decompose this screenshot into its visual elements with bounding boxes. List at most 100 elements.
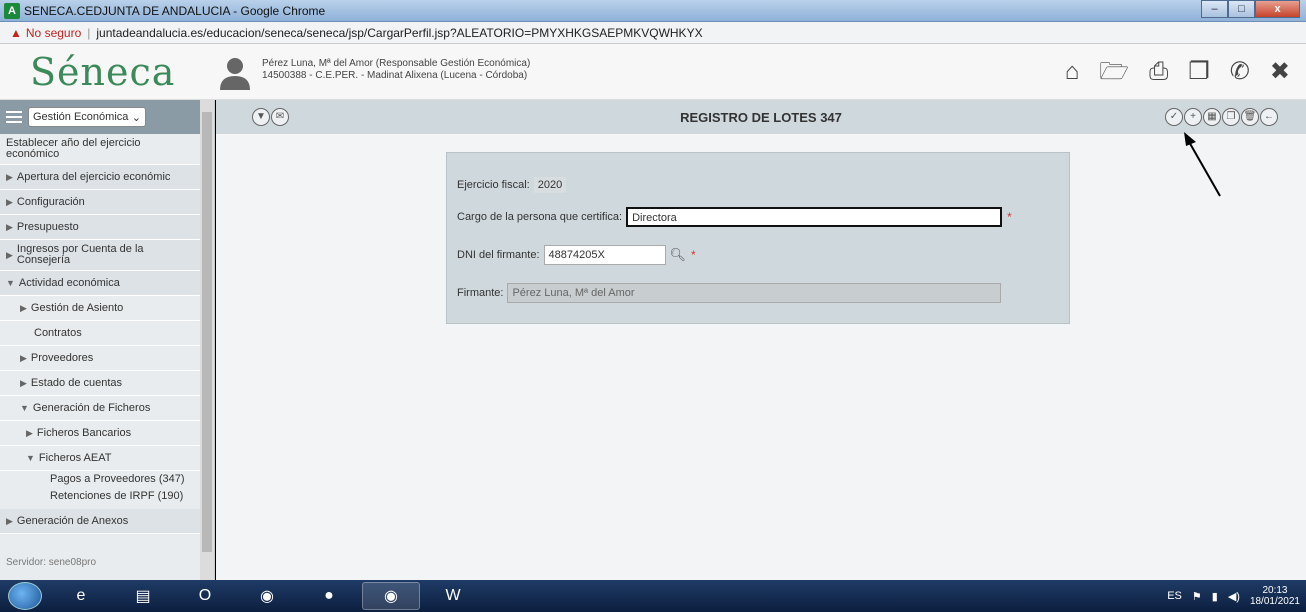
ie-icon[interactable]: e bbox=[52, 582, 110, 610]
chrome-active-icon[interactable]: ◉ bbox=[362, 582, 420, 610]
close-icon[interactable]: ✖ bbox=[1270, 58, 1290, 86]
home-icon[interactable]: ⌂ bbox=[1065, 58, 1080, 86]
sidebar-item-generacion-ficheros[interactable]: ▼ Generación de Ficheros bbox=[0, 396, 201, 421]
language-indicator[interactable]: ES bbox=[1167, 590, 1182, 602]
address-bar[interactable]: ▲ No seguro | juntadeandalucia.es/educac… bbox=[0, 22, 1306, 44]
sidebar-top: Gestión Económica ⌄ bbox=[0, 100, 214, 134]
user-center: 14500388 - C.E.PER. - Madinat Alixena (L… bbox=[262, 70, 528, 81]
sidebar-item-label: Contratos bbox=[34, 327, 82, 339]
triangle-down-icon: ▼ bbox=[26, 453, 35, 463]
minimize-button[interactable]: – bbox=[1201, 0, 1228, 18]
sidebar-item-retenciones-irpf[interactable]: Retenciones de IRPF (190) bbox=[0, 488, 214, 505]
sidebar-scrollbar[interactable] bbox=[200, 100, 214, 580]
sidebar-item-gestion-asiento[interactable]: ▶ Gestión de Asiento bbox=[0, 296, 201, 321]
clock-time: 20:13 bbox=[1262, 585, 1288, 596]
seneca-logo[interactable]: Séneca bbox=[30, 50, 175, 94]
sidebar-item-ficheros-bancarios[interactable]: ▶ Ficheros Bancarios bbox=[0, 421, 201, 446]
chrome-icon[interactable]: ◉ bbox=[238, 582, 296, 610]
triangle-down-icon: ▼ bbox=[20, 403, 29, 413]
folder-icon[interactable]: 🗁 bbox=[1099, 58, 1129, 86]
clock-date: 18/01/2021 bbox=[1249, 596, 1300, 607]
document-add-icon[interactable]: + bbox=[1184, 108, 1202, 126]
cargo-label: Cargo de la persona que certifica: bbox=[457, 211, 623, 223]
fiscal-year-row: Ejercicio fiscal: 2020 bbox=[457, 177, 567, 193]
sidebar-item-label: Actividad económica bbox=[18, 277, 120, 289]
scrollbar-thumb[interactable] bbox=[202, 112, 212, 552]
triangle-right-icon: ▶ bbox=[6, 515, 13, 526]
sidebar-item-label: Presupuesto bbox=[16, 221, 79, 233]
chevron-down-icon: ⌄ bbox=[131, 111, 141, 124]
triangle-right-icon: ▶ bbox=[6, 221, 13, 232]
sidebar-item-generacion-anexos[interactable]: ▶ Generación de Anexos bbox=[0, 509, 201, 534]
word-icon[interactable]: W bbox=[424, 582, 482, 610]
outlook-icon[interactable]: O bbox=[176, 582, 234, 610]
cargo-input[interactable]: Directora bbox=[626, 207, 1003, 227]
insecure-label[interactable]: No seguro bbox=[26, 26, 81, 40]
main-toolbar: ▼ ✉ REGISTRO DE LOTES 347 ✓ + ▦ ❐ 🗑 ← bbox=[216, 100, 1306, 134]
sidebar-item-label: Establecer año del ejercicio económico bbox=[6, 137, 141, 160]
cargo-row: Cargo de la persona que certifica: Direc… bbox=[457, 207, 1012, 227]
start-button[interactable] bbox=[8, 582, 42, 610]
firefox-icon[interactable]: ● bbox=[300, 582, 358, 610]
sidebar-item-configuracion[interactable]: ▶ Configuración bbox=[0, 190, 201, 215]
lote-form: Ejercicio fiscal: 2020 Cargo de la perso… bbox=[446, 152, 1070, 324]
sidebar-item-presupuesto[interactable]: ▶ Presupuesto bbox=[0, 215, 201, 240]
sidebar-item-actividad[interactable]: ▼ Actividad económica bbox=[0, 271, 201, 296]
sidebar-item-label: Generación de Anexos bbox=[16, 515, 129, 527]
sidebar-item-estado-cuentas[interactable]: ▶ Estado de cuentas bbox=[0, 371, 201, 396]
window-title: SENECA.CEDJUNTA DE ANDALUCIA - Google Ch… bbox=[24, 4, 326, 18]
required-mark: * bbox=[691, 248, 696, 262]
network-icon[interactable]: ▮ bbox=[1212, 590, 1218, 603]
header-toolbar: ⌂ 🗁 ⎙ ❐ ✆ ✖ bbox=[1065, 58, 1290, 86]
triangle-right-icon: ▶ bbox=[20, 377, 27, 388]
sidebar-item-label: Estado de cuentas bbox=[30, 377, 123, 389]
search-icon[interactable]: 🔍︎ bbox=[670, 247, 687, 263]
maximize-button[interactable]: □ bbox=[1228, 0, 1255, 18]
sidebar-item-ingresos[interactable]: ▶ Ingresos por Cuenta de la Consejería bbox=[0, 240, 201, 271]
dni-input[interactable]: 48874205X bbox=[543, 245, 666, 265]
sidebar-item-ficheros-aeat[interactable]: ▼ Ficheros AEAT bbox=[0, 446, 201, 471]
menu-icon[interactable] bbox=[6, 111, 22, 123]
windows-icon[interactable]: ❐ bbox=[1188, 58, 1210, 86]
copy-icon[interactable]: ❐ bbox=[1222, 108, 1240, 126]
sidebar-item-label: Apertura del ejercicio económic bbox=[16, 171, 171, 183]
fiscal-year-value: 2020 bbox=[533, 177, 567, 193]
phone-icon[interactable]: ✆ bbox=[1230, 58, 1250, 86]
triangle-right-icon: ▶ bbox=[6, 249, 13, 260]
system-tray: ES ⚑ ▮ ◀) 20:13 18/01/2021 bbox=[1167, 585, 1300, 607]
volume-icon[interactable]: ◀) bbox=[1228, 590, 1240, 603]
clock[interactable]: 20:13 18/01/2021 bbox=[1250, 585, 1300, 607]
explorer-icon[interactable]: ▤ bbox=[114, 582, 172, 610]
profile-select-value: Gestión Económica bbox=[33, 111, 129, 123]
url-text[interactable]: juntadeandalucia.es/educacion/seneca/sen… bbox=[96, 26, 702, 40]
page-title: REGISTRO DE LOTES 347 bbox=[680, 110, 842, 125]
calculator-icon[interactable]: ▦ bbox=[1203, 108, 1221, 126]
sidebar-item-label: Proveedores bbox=[30, 352, 94, 364]
check-icon[interactable]: ✓ bbox=[1165, 108, 1183, 126]
sidebar-item-pagos-proveedores[interactable]: Pagos a Proveedores (347) bbox=[0, 471, 214, 488]
warning-icon: ▲ bbox=[10, 25, 22, 40]
triangle-right-icon: ▶ bbox=[20, 302, 27, 313]
back-arrow-icon[interactable]: ← bbox=[1260, 108, 1278, 126]
triangle-down-icon: ▼ bbox=[6, 278, 15, 288]
sidebar-item-contratos[interactable]: Contratos bbox=[0, 321, 201, 346]
right-actions: ✓ + ▦ ❐ 🗑 ← bbox=[1165, 108, 1278, 126]
sidebar-item-proveedores[interactable]: ▶ Proveedores bbox=[0, 346, 201, 371]
trash-icon[interactable]: 🗑 bbox=[1241, 108, 1259, 126]
sidebar-item-label: Generación de Ficheros bbox=[32, 402, 151, 414]
sidebar-item-establecer[interactable]: Establecer año del ejercicio económico bbox=[0, 134, 201, 165]
triangle-right-icon: ▶ bbox=[6, 171, 13, 182]
triangle-right-icon: ▶ bbox=[6, 196, 13, 207]
dni-label: DNI del firmante: bbox=[457, 249, 540, 261]
user-info: Pérez Luna, Mª del Amor (Responsable Ges… bbox=[262, 58, 530, 82]
sidebar-item-label: Gestión de Asiento bbox=[30, 302, 124, 314]
sidebar-item-apertura[interactable]: ▶ Apertura del ejercicio económic bbox=[0, 165, 201, 190]
fiscal-year-label: Ejercicio fiscal: bbox=[457, 179, 530, 191]
server-label: Servidor: sene08pro bbox=[6, 557, 97, 568]
flag-icon[interactable]: ⚑ bbox=[1192, 590, 1202, 603]
print-icon[interactable]: ⎙ bbox=[1149, 58, 1168, 86]
sidebar-item-label: Ficheros Bancarios bbox=[36, 427, 132, 439]
close-window-button[interactable]: x bbox=[1255, 0, 1300, 18]
profile-select[interactable]: Gestión Económica ⌄ bbox=[28, 107, 146, 127]
taskbar-apps: e ▤ O ◉ ● ◉ W bbox=[52, 582, 482, 610]
